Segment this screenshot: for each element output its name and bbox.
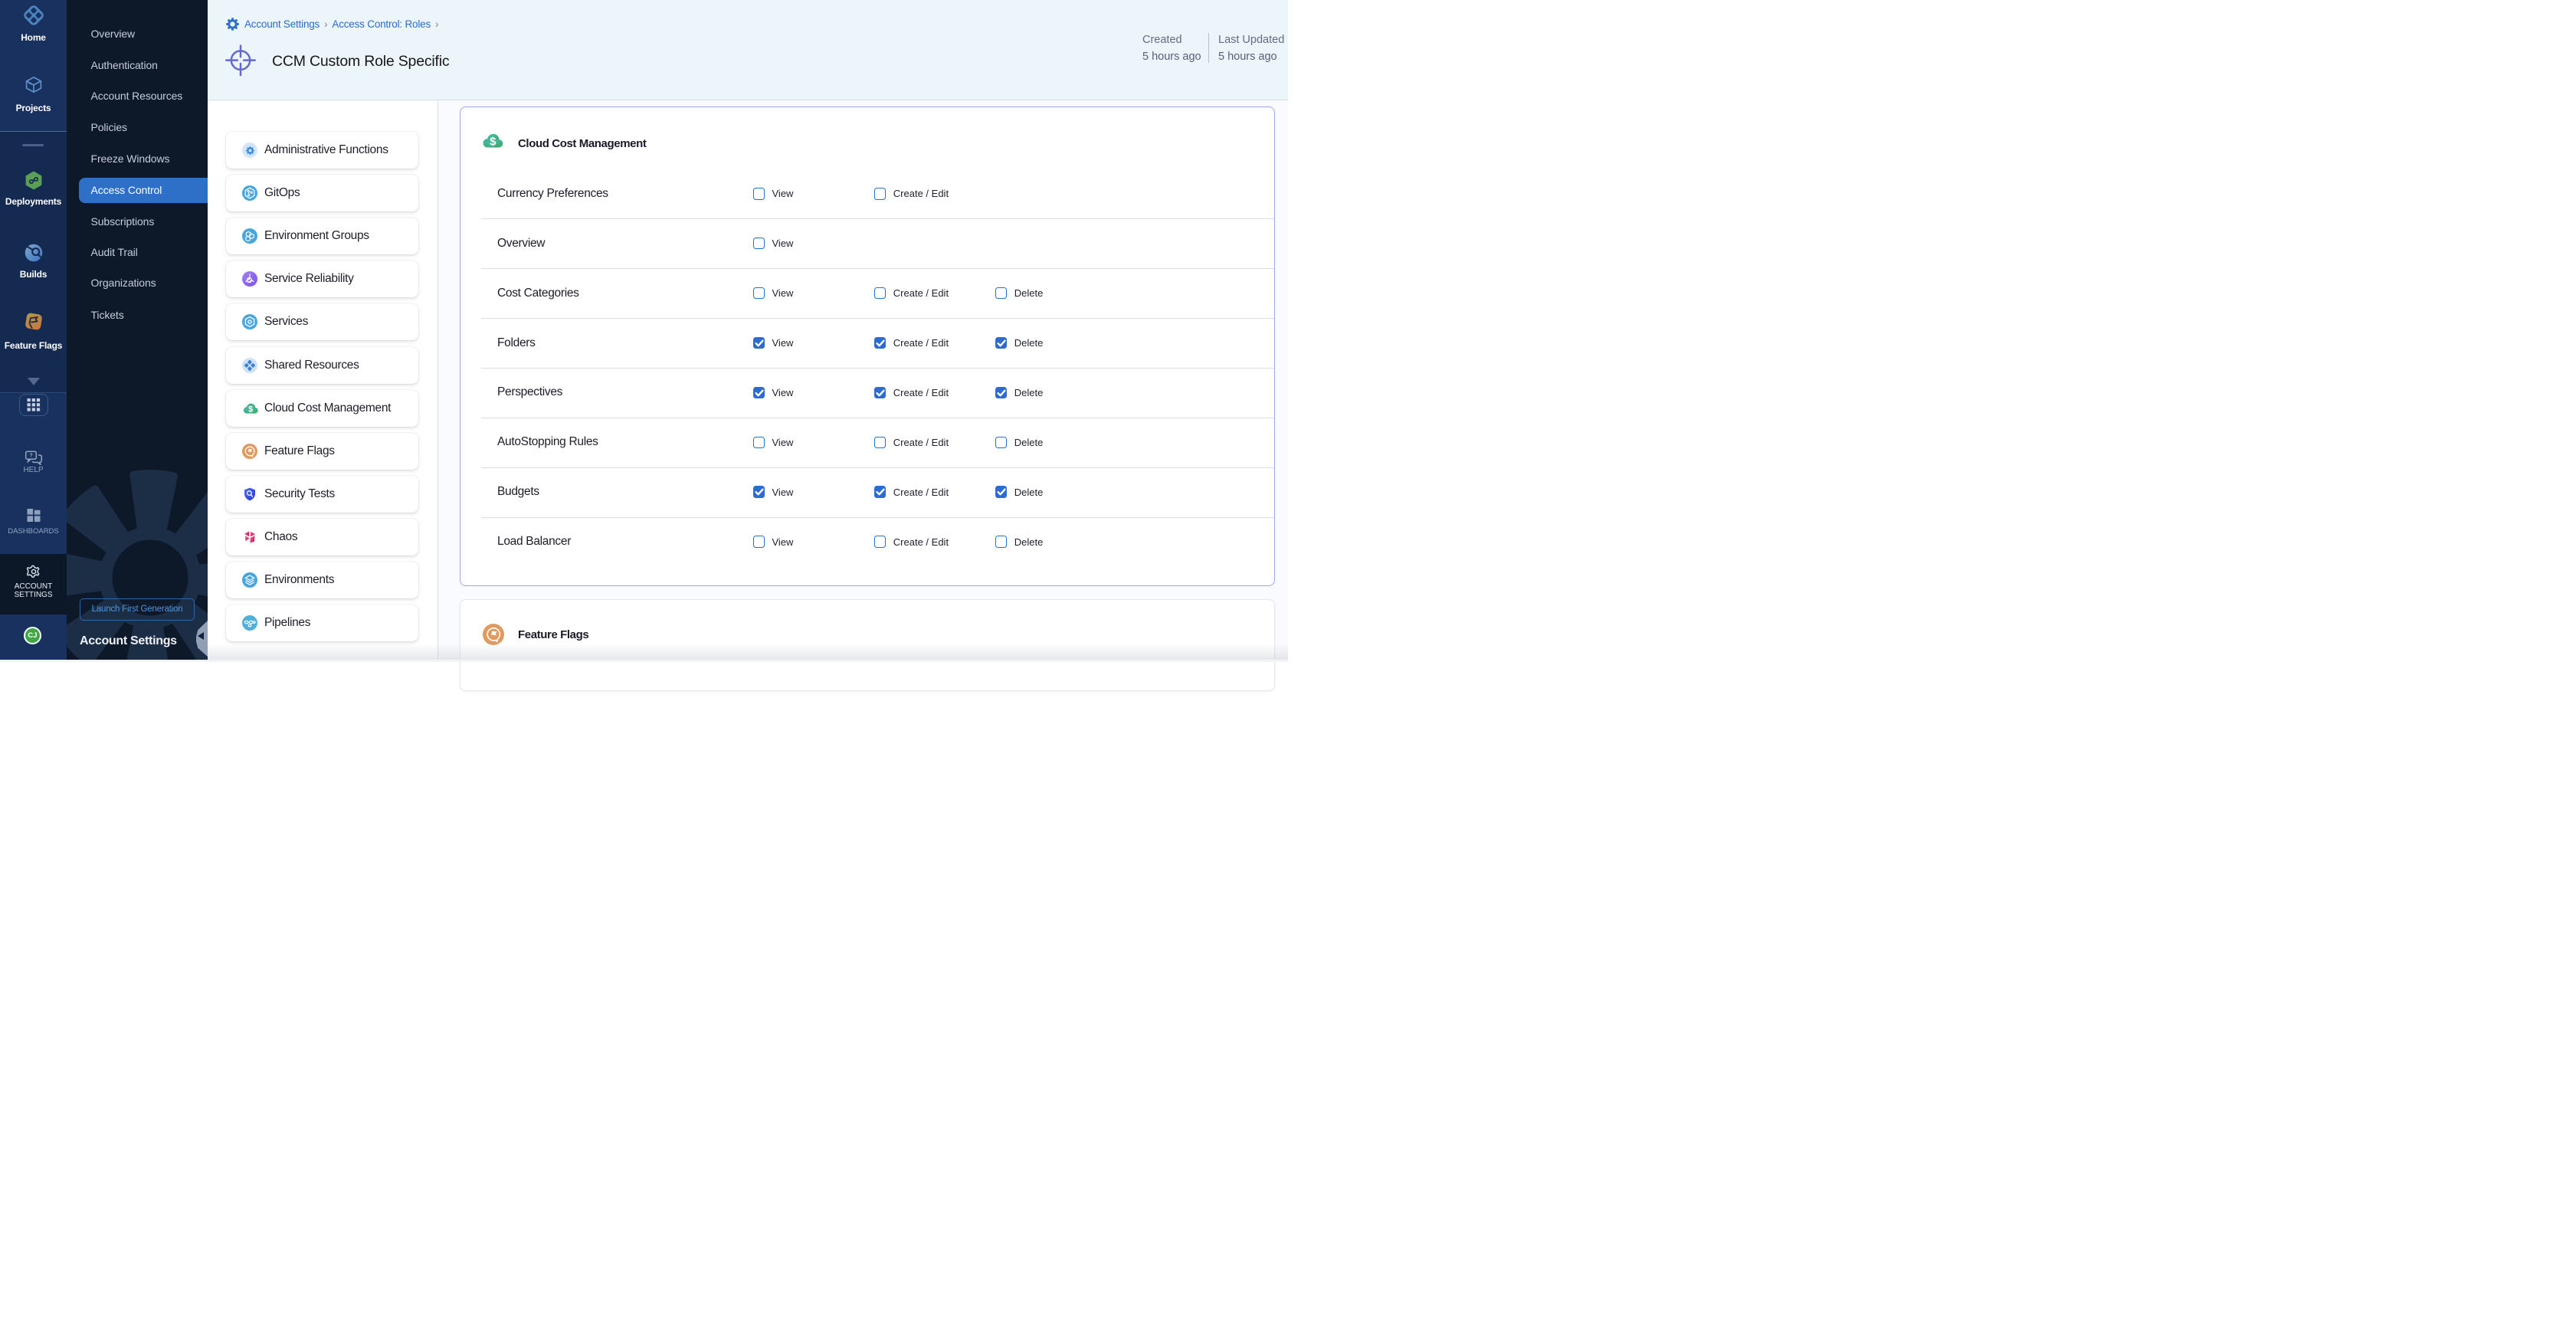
- svg-text:$: $: [248, 405, 253, 414]
- svg-text:$: $: [490, 136, 497, 149]
- svg-text:?: ?: [29, 452, 33, 459]
